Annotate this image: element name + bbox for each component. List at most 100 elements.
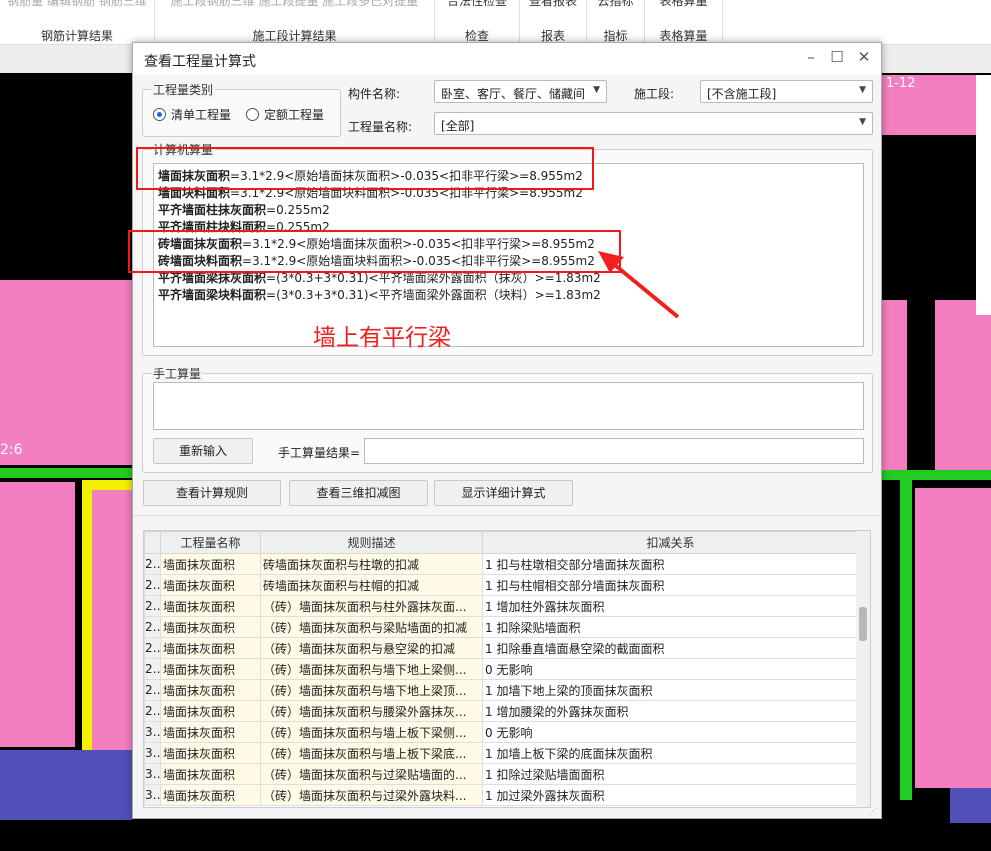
quantity-name-cell: 墙面抹灰面积 (160, 721, 261, 743)
calc-line: 平齐墙面柱抹灰面积=0.255m2 (158, 203, 330, 217)
category-group: 工程量类别 清单工程量 定额工程量 (142, 81, 341, 137)
ribbon-button[interactable]: 表格算量 (645, 0, 722, 9)
highlight-box (128, 230, 621, 273)
cad-wall (900, 480, 912, 800)
deduction-cell: 1 扣除垂直墙面悬空梁的截面面积 (482, 637, 859, 659)
maximize-icon[interactable]: ☐ (827, 48, 847, 66)
row-number: 23 (144, 574, 161, 596)
dialog-titlebar[interactable]: 查看工程量计算式 – ☐ ✕ (133, 43, 881, 75)
quantity-name-select[interactable]: [全部] ▼ (434, 112, 873, 135)
table-row[interactable]: 30 墙面抹灰面积 （砖）墙面抹灰面积与墙上板下梁侧... 0 无影响 (144, 721, 859, 743)
scrollbar-thumb[interactable] (859, 607, 867, 641)
calc-line: 平齐墙面梁块料面积=(3*0.3+3*0.31)<平齐墙面梁外露面积（块料）>=… (158, 288, 601, 302)
table-header[interactable]: 扣减关系 (482, 531, 859, 554)
row-number: 24 (144, 595, 161, 617)
table-row[interactable]: 26 墙面抹灰面积 （砖）墙面抹灰面积与悬空梁的扣减 1 扣除垂直墙面悬空梁的截面面积 (144, 637, 859, 659)
side-toolbar (976, 75, 991, 315)
ribbon-group-index: 云指标 指标 (587, 0, 645, 45)
row-number: 30 (144, 721, 161, 743)
deduction-cell: 1 增加柱外露抹灰面积 (482, 595, 859, 617)
ribbon-group-rebar: 钢筋量 编辑钢筋 钢筋三维钢筋计算结果 (0, 0, 155, 45)
ribbon-button[interactable]: 云指标 (587, 0, 644, 9)
reenter-button[interactable]: 重新输入 (153, 438, 253, 464)
chevron-down-icon: ▼ (593, 85, 600, 95)
rule-description-cell: （砖）墙面抹灰面积与过梁贴墙面的... (260, 763, 483, 785)
close-icon[interactable]: ✕ (854, 48, 874, 66)
radio-quota-quantity[interactable]: 定额工程量 (246, 106, 324, 123)
table-row[interactable]: 23 墙面抹灰面积 砖墙面抹灰面积与柱帽的扣减 1 扣与柱帽相交部分墙面抹灰面积 (144, 574, 859, 596)
row-number: 22 (144, 553, 161, 575)
segment-select[interactable]: [不含施工段] ▼ (700, 80, 873, 103)
show-detail-formula-button[interactable]: 显示详细计算式 (434, 480, 573, 506)
cad-wall (0, 468, 132, 478)
quantity-name-cell: 墙面抹灰面积 (160, 784, 261, 806)
view-3d-deduction-button[interactable]: 查看三维扣减图 (289, 480, 428, 506)
table-row[interactable]: 27 墙面抹灰面积 （砖）墙面抹灰面积与墙下地上梁侧... 0 无影响 (144, 658, 859, 680)
group-label: 手工算量 (151, 365, 204, 382)
chevron-down-icon: ▼ (859, 85, 866, 95)
table-row[interactable]: 24 墙面抹灰面积 （砖）墙面抹灰面积与柱外露抹灰面... 1 增加柱外露抹灰面积 (144, 595, 859, 617)
minimize-icon[interactable]: – (801, 48, 821, 66)
cad-slab (0, 750, 132, 820)
table-scrollbar[interactable] (856, 531, 870, 807)
cad-wall (882, 470, 991, 480)
component-select[interactable]: 卧室、客厅、餐厅、储藏间 ▼ (434, 80, 607, 103)
row-number: 26 (144, 637, 161, 659)
rule-description-cell: （砖）墙面抹灰面积与梁贴墙面的扣减 (260, 616, 483, 638)
quantity-name-cell: 墙面抹灰面积 (160, 742, 261, 764)
ribbon-buttons[interactable]: 施工段钢筋三维 施工段提量 施工段多已对提量 (155, 0, 434, 9)
cad-room (0, 482, 75, 747)
ribbon-buttons[interactable]: 钢筋量 编辑钢筋 钢筋三维 (0, 0, 154, 9)
cad-label: 2:6 (0, 442, 23, 458)
manual-result-label: 手工算量结果= (278, 446, 361, 460)
divider (133, 515, 881, 516)
radio-label: 清单工程量 (171, 108, 232, 122)
rule-description-cell: （砖）墙面抹灰面积与过梁外露块料... (260, 784, 483, 806)
rule-description-cell: （砖）墙面抹灰面积与悬空梁的扣减 (260, 637, 483, 659)
deduction-cell: 1 加墙上板下梁的底面抹灰面积 (482, 742, 859, 764)
quantity-name-cell: 墙面抹灰面积 (160, 553, 261, 575)
quantity-name-cell: 墙面抹灰面积 (160, 574, 261, 596)
table-row[interactable]: 25 墙面抹灰面积 （砖）墙面抹灰面积与梁贴墙面的扣减 1 扣除梁贴墙面积 (144, 616, 859, 638)
ribbon-group-label: 钢筋计算结果 (40, 29, 113, 43)
cad-axis-label: 1-12 (886, 76, 916, 91)
ribbon-group-table: 表格算量 表格算量 (645, 0, 723, 45)
row-number: 32 (144, 763, 161, 785)
radio-bill-quantity[interactable]: 清单工程量 (153, 106, 231, 123)
rule-description-cell: （砖）墙面抹灰面积与墙上板下梁侧... (260, 721, 483, 743)
cad-room (882, 300, 907, 480)
ribbon-button[interactable]: 查看报表 (520, 0, 586, 9)
table-row[interactable]: 29 墙面抹灰面积 （砖）墙面抹灰面积与腰梁外露抹灰... 1 增加腰梁的外露抹灰面积 (144, 700, 859, 722)
manual-calc-input[interactable] (153, 382, 864, 430)
quantity-name-cell: 墙面抹灰面积 (160, 679, 261, 701)
deduction-cell: 1 加墙下地上梁的顶面抹灰面积 (482, 679, 859, 701)
cad-slab (950, 788, 991, 823)
rule-description-cell: （砖）墙面抹灰面积与腰梁外露抹灰... (260, 700, 483, 722)
table-row[interactable]: 28 墙面抹灰面积 （砖）墙面抹灰面积与墙下地上梁顶... 1 加墙下地上梁的顶面抹灰… (144, 679, 859, 701)
table-row[interactable]: 22 墙面抹灰面积 砖墙面抹灰面积与柱墩的扣减 1 扣与柱墩相交部分墙面抹灰面积 (144, 553, 859, 575)
row-number: 25 (144, 616, 161, 638)
quantity-name-cell: 墙面抹灰面积 (160, 637, 261, 659)
table-header[interactable]: 规则描述 (260, 531, 483, 554)
segment-label: 施工段: (634, 87, 675, 101)
dialog-title: 查看工程量计算式 (144, 54, 256, 70)
quantity-name-cell: 墙面抹灰面积 (160, 616, 261, 638)
resize-grip-icon[interactable]: ⋰ (869, 807, 878, 817)
row-number: 31 (144, 742, 161, 764)
highlight-box (136, 147, 594, 190)
rule-description-cell: （砖）墙面抹灰面积与墙下地上梁顶... (260, 679, 483, 701)
table-header[interactable]: 工程量名称 (160, 531, 261, 554)
ribbon-button[interactable]: 合法性检查 (435, 0, 519, 9)
table-row[interactable]: 31 墙面抹灰面积 （砖）墙面抹灰面积与墙上板下梁底... 1 加墙上板下梁的底面抹灰… (144, 742, 859, 764)
manual-result-input[interactable] (364, 438, 864, 464)
quantity-name-cell: 墙面抹灰面积 (160, 595, 261, 617)
quantity-name-cell: 墙面抹灰面积 (160, 658, 261, 680)
view-rules-button[interactable]: 查看计算规则 (143, 480, 281, 506)
radio-unchecked-icon (246, 108, 259, 121)
radio-checked-icon (153, 108, 166, 121)
chevron-down-icon: ▼ (859, 117, 866, 127)
ribbon-group-segment: 施工段钢筋三维 施工段提量 施工段多已对提量 施工段计算结果 (155, 0, 435, 45)
table-row[interactable]: 32 墙面抹灰面积 （砖）墙面抹灰面积与过梁贴墙面的... 1 扣除过梁贴墙面面积 (144, 763, 859, 785)
select-value: [不含施工段] (707, 87, 777, 101)
table-row[interactable]: 33 墙面抹灰面积 （砖）墙面抹灰面积与过梁外露块料... 1 加过梁外露抹灰面积 (144, 784, 859, 806)
